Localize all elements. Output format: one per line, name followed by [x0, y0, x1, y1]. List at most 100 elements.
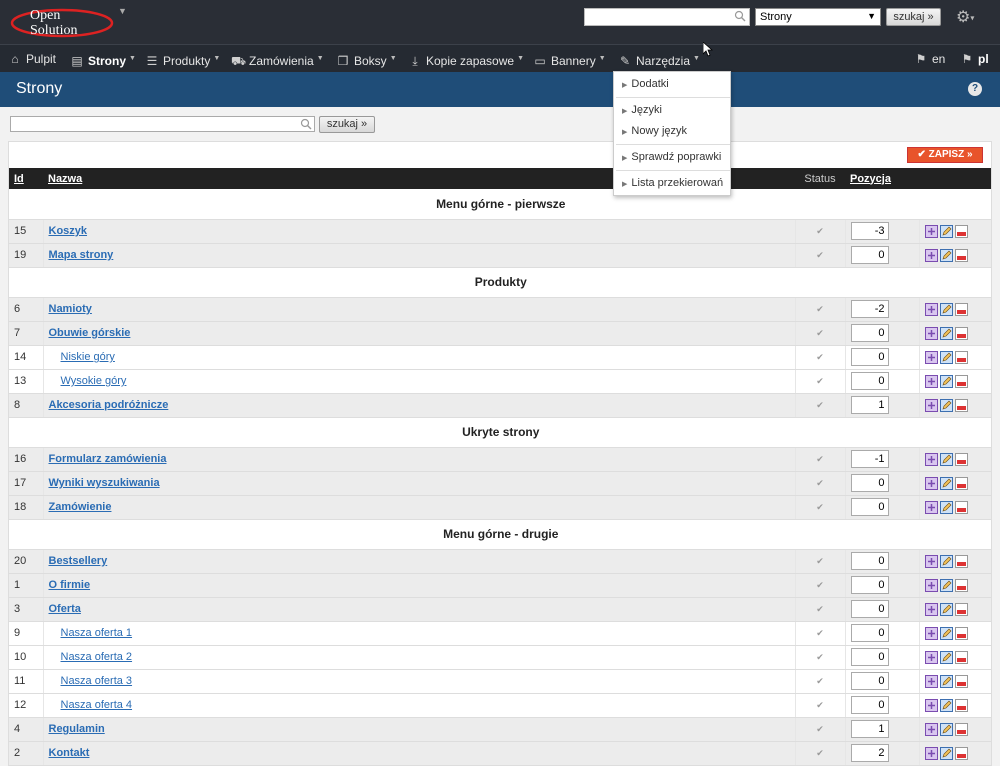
- gear-icon[interactable]: ⚙▾: [956, 7, 984, 27]
- position-input[interactable]: [850, 324, 889, 342]
- delete-icon[interactable]: [954, 476, 968, 490]
- page-link[interactable]: Kontakt: [49, 747, 90, 759]
- add-subpage-icon[interactable]: [924, 746, 938, 760]
- edit-icon[interactable]: [939, 398, 953, 412]
- add-subpage-icon[interactable]: [924, 602, 938, 616]
- delete-icon[interactable]: [954, 326, 968, 340]
- delete-icon[interactable]: [954, 500, 968, 514]
- add-subpage-icon[interactable]: [924, 248, 938, 262]
- edit-icon[interactable]: [939, 650, 953, 664]
- nav-boksy[interactable]: ❒ Boksy ▼: [336, 45, 397, 73]
- page-link[interactable]: Namioty: [49, 303, 92, 315]
- edit-icon[interactable]: [939, 224, 953, 238]
- page-link[interactable]: Nasza oferta 1: [61, 627, 133, 639]
- page-link[interactable]: O firmie: [49, 579, 91, 591]
- add-subpage-icon[interactable]: [924, 398, 938, 412]
- delete-icon[interactable]: [954, 350, 968, 364]
- position-input[interactable]: [850, 600, 889, 618]
- page-link[interactable]: Formularz zamówienia: [49, 453, 167, 465]
- add-subpage-icon[interactable]: [924, 674, 938, 688]
- add-subpage-icon[interactable]: [924, 326, 938, 340]
- nav-kopie-zapasowe[interactable]: ⤓ Kopie zapasowe ▼: [408, 45, 524, 73]
- edit-icon[interactable]: [939, 578, 953, 592]
- add-subpage-icon[interactable]: [924, 650, 938, 664]
- delete-icon[interactable]: [954, 554, 968, 568]
- edit-icon[interactable]: [939, 374, 953, 388]
- page-link[interactable]: Obuwie górskie: [49, 327, 131, 339]
- page-link[interactable]: Wysokie góry: [61, 375, 127, 387]
- position-input[interactable]: [850, 348, 889, 366]
- page-link[interactable]: Akcesoria podróżnicze: [49, 399, 169, 411]
- page-link[interactable]: Nasza oferta 3: [61, 675, 133, 687]
- nav-narzedzia[interactable]: ✎ Narzędzia ▼: [618, 45, 700, 73]
- add-subpage-icon[interactable]: [924, 350, 938, 364]
- add-subpage-icon[interactable]: [924, 500, 938, 514]
- position-input[interactable]: [850, 720, 889, 738]
- position-input[interactable]: [850, 372, 889, 390]
- nav-produkty[interactable]: ☰ Produkty ▼: [145, 45, 221, 73]
- add-subpage-icon[interactable]: [924, 698, 938, 712]
- page-link[interactable]: Wyniki wyszukiwania: [49, 477, 160, 489]
- search-scope-select[interactable]: Strony ▼: [755, 8, 881, 26]
- page-search-button[interactable]: szukaj »: [319, 116, 375, 133]
- delete-icon[interactable]: [954, 302, 968, 316]
- edit-icon[interactable]: [939, 698, 953, 712]
- position-input[interactable]: [850, 696, 889, 714]
- position-input[interactable]: [850, 222, 889, 240]
- add-subpage-icon[interactable]: [924, 302, 938, 316]
- delete-icon[interactable]: [954, 674, 968, 688]
- position-input[interactable]: [850, 498, 889, 516]
- edit-icon[interactable]: [939, 476, 953, 490]
- delete-icon[interactable]: [954, 698, 968, 712]
- delete-icon[interactable]: [954, 452, 968, 466]
- edit-icon[interactable]: [939, 602, 953, 616]
- position-input[interactable]: [850, 474, 889, 492]
- open-solution-logo[interactable]: Open Solution: [8, 4, 118, 40]
- lang-pl[interactable]: ⚑ pl: [960, 45, 989, 73]
- menu-item-jezyki[interactable]: ▶ Języki: [614, 99, 732, 121]
- position-input[interactable]: [850, 672, 889, 690]
- position-input[interactable]: [850, 300, 889, 318]
- page-link[interactable]: Mapa strony: [49, 249, 114, 261]
- menu-item-dodatki[interactable]: ▶ Dodatki: [614, 73, 732, 95]
- edit-icon[interactable]: [939, 500, 953, 514]
- add-subpage-icon[interactable]: [924, 374, 938, 388]
- help-icon[interactable]: ?: [968, 82, 982, 96]
- menu-item-nowy-jezyk[interactable]: ▶ Nowy język: [614, 120, 732, 142]
- top-search-button[interactable]: szukaj »: [886, 8, 941, 26]
- delete-icon[interactable]: [954, 578, 968, 592]
- page-link[interactable]: Niskie góry: [61, 351, 115, 363]
- add-subpage-icon[interactable]: [924, 554, 938, 568]
- edit-icon[interactable]: [939, 350, 953, 364]
- position-input[interactable]: [850, 576, 889, 594]
- position-input[interactable]: [850, 552, 889, 570]
- position-input[interactable]: [850, 450, 889, 468]
- delete-icon[interactable]: [954, 398, 968, 412]
- delete-icon[interactable]: [954, 602, 968, 616]
- add-subpage-icon[interactable]: [924, 476, 938, 490]
- edit-icon[interactable]: [939, 554, 953, 568]
- page-link[interactable]: Zamówienie: [49, 501, 112, 513]
- page-link[interactable]: Oferta: [49, 603, 81, 615]
- delete-icon[interactable]: [954, 224, 968, 238]
- position-input[interactable]: [850, 246, 889, 264]
- top-search-input[interactable]: [584, 8, 750, 26]
- position-input[interactable]: [850, 648, 889, 666]
- page-link[interactable]: Bestsellery: [49, 555, 108, 567]
- page-link[interactable]: Nasza oferta 4: [61, 699, 133, 711]
- edit-icon[interactable]: [939, 674, 953, 688]
- edit-icon[interactable]: [939, 626, 953, 640]
- edit-icon[interactable]: [939, 746, 953, 760]
- header-id[interactable]: Id: [9, 168, 43, 189]
- page-link[interactable]: Nasza oferta 2: [61, 651, 133, 663]
- delete-icon[interactable]: [954, 248, 968, 262]
- nav-zamowienia[interactable]: ⛟ Zamówienia ▼: [231, 45, 324, 73]
- page-link[interactable]: Koszyk: [49, 225, 88, 237]
- add-subpage-icon[interactable]: [924, 452, 938, 466]
- lang-en[interactable]: ⚑ en: [914, 45, 946, 73]
- delete-icon[interactable]: [954, 746, 968, 760]
- save-button[interactable]: ✔ ZAPISZ »: [907, 147, 983, 163]
- add-subpage-icon[interactable]: [924, 722, 938, 736]
- nav-bannery[interactable]: ▭ Bannery ▼: [533, 45, 605, 73]
- add-subpage-icon[interactable]: [924, 578, 938, 592]
